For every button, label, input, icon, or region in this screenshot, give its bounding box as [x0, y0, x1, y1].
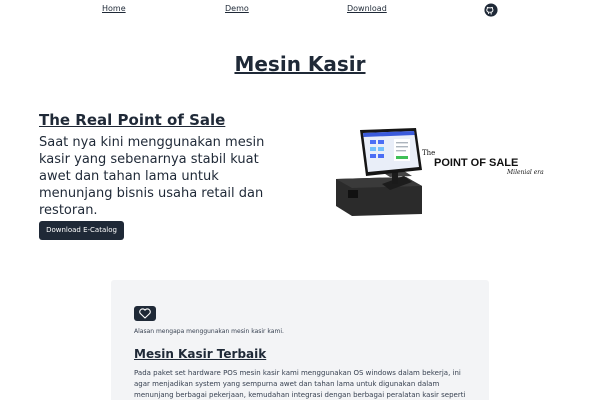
nav-home-link[interactable]: Home: [102, 4, 126, 13]
feature-body: Pada paket set hardware POS mesin kasir …: [134, 369, 466, 399]
page-title: Mesin Kasir: [234, 52, 366, 76]
hero-description: Saat nya kini menggunakan mesin kasir ya…: [39, 135, 265, 218]
pos-tag-subtitle: Milenial era: [507, 169, 544, 176]
github-icon[interactable]: [484, 2, 498, 17]
heart-icon: [134, 306, 156, 321]
feature-caption: Alasan mengapa menggunakan mesin kasir k…: [134, 328, 284, 335]
download-catalog-button[interactable]: Download E-Catalog: [39, 221, 124, 240]
pos-tag-the: The: [422, 149, 436, 157]
feature-card: Alasan mengapa menggunakan mesin kasir k…: [111, 280, 489, 400]
hero-title: The Real Point of Sale: [39, 111, 226, 129]
nav-demo-link[interactable]: Demo: [225, 4, 249, 13]
pos-tag-title: POINT OF SALE: [434, 157, 519, 169]
nav-download-link[interactable]: Download: [347, 4, 387, 13]
feature-title: Mesin Kasir Terbaik: [134, 347, 267, 361]
top-nav: Home Demo Download: [0, 0, 600, 20]
